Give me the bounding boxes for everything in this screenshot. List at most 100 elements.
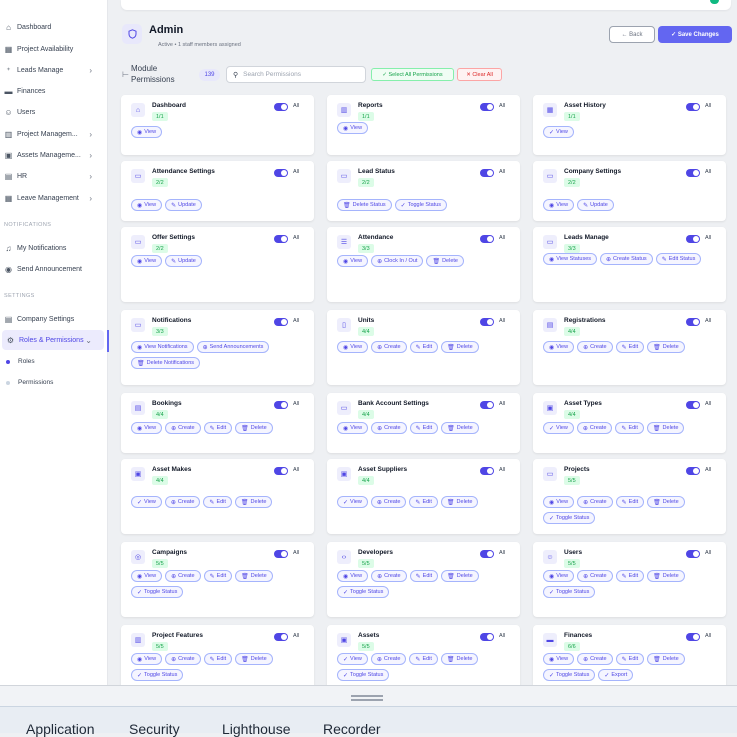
permission-chip[interactable]: ✓ Toggle Status — [543, 512, 596, 524]
module-all-toggle[interactable] — [480, 401, 494, 409]
permission-chip[interactable]: ✎ Edit — [409, 570, 439, 582]
module-all-toggle[interactable] — [480, 169, 494, 177]
sidebar-item-project-management[interactable]: ▥ Project Managem... › — [0, 124, 104, 144]
permission-chip[interactable]: ✓ View — [337, 653, 368, 665]
permission-chip[interactable]: ✓ Export — [598, 669, 634, 681]
permission-chip[interactable]: ⊕ Create — [577, 341, 613, 353]
permission-chip[interactable]: ⊕ Create — [577, 653, 613, 665]
sidebar-item-assets-management[interactable]: ▣ Assets Manageme... › — [0, 145, 104, 165]
permission-chip[interactable]: ⊕ Create — [370, 653, 407, 665]
permission-chip[interactable]: ⊕ Create — [371, 422, 407, 434]
permission-chip[interactable]: ⊕ Create — [577, 570, 613, 582]
permission-chip[interactable]: ⊕ Create — [576, 422, 613, 434]
module-all-toggle[interactable] — [686, 235, 700, 243]
permission-chip[interactable]: ⊕ Create — [371, 570, 407, 582]
module-all-toggle[interactable] — [274, 467, 288, 475]
permission-chip[interactable]: ✎ Edit — [615, 422, 644, 434]
module-all-toggle[interactable] — [480, 467, 494, 475]
permission-chip[interactable]: ✎ Edit — [615, 653, 645, 665]
permission-chip[interactable]: ◉ View — [543, 496, 575, 508]
permission-chip[interactable]: 🗑 Delete — [647, 653, 685, 665]
sidebar-item-users[interactable]: ☺ Users — [0, 102, 104, 122]
permission-chip[interactable]: ✎ Edit — [615, 341, 645, 353]
permission-chip[interactable]: ◉ View — [337, 422, 369, 434]
permission-chip[interactable]: 🗑 Delete — [440, 496, 479, 508]
permission-chip[interactable]: ◉ View Notifications — [131, 341, 194, 353]
permission-chip[interactable]: ◉ View — [131, 570, 163, 582]
permission-chip[interactable]: 🗑 Delete Notifications — [131, 357, 201, 369]
module-all-toggle[interactable] — [686, 103, 700, 111]
devtools-tab[interactable]: Security — [129, 721, 180, 737]
module-all-toggle[interactable] — [274, 103, 288, 111]
resize-handle[interactable] — [351, 695, 383, 701]
permission-chip[interactable]: 🗑 Delete — [647, 341, 685, 353]
module-all-toggle[interactable] — [686, 318, 700, 326]
module-all-toggle[interactable] — [274, 235, 288, 243]
module-all-toggle[interactable] — [274, 318, 288, 326]
sidebar-item-leads-manage[interactable]: ⁺ Leads Manage › — [0, 60, 104, 80]
module-all-toggle[interactable] — [686, 169, 700, 177]
permission-chip[interactable]: ⊕ Create — [577, 496, 613, 508]
permission-chip[interactable]: ◉ View — [337, 341, 369, 353]
permission-chip[interactable]: ✓ Toggle Status — [394, 199, 448, 211]
permission-chip[interactable]: ⊕ Create — [165, 570, 201, 582]
sidebar-item-company-settings[interactable]: ▤ Company Settings — [0, 309, 104, 329]
sidebar-subitem-permissions[interactable]: Permissions — [6, 379, 53, 386]
permission-chip[interactable]: ◉ View — [543, 653, 575, 665]
permission-chip[interactable]: ✓ Toggle Status — [337, 669, 390, 681]
permission-chip[interactable]: ◉ View — [337, 255, 369, 267]
devtools-tab[interactable]: Application — [26, 721, 95, 737]
permission-chip[interactable]: 🗑 Delete — [426, 255, 464, 267]
permission-chip[interactable]: ✓ View — [337, 496, 368, 508]
permission-chip[interactable]: ✓ Toggle Status — [131, 669, 184, 681]
permission-chip[interactable]: ✎ Edit Status — [655, 253, 702, 265]
permission-chip[interactable]: ✎ Edit — [615, 570, 645, 582]
sidebar-item-project-availability[interactable]: ▦ Project Availability — [0, 39, 104, 59]
sidebar-item-roles-permissions[interactable]: ⚙ Roles & Permissions ⌄ — [2, 330, 104, 350]
permission-chip[interactable]: 🗑 Delete Status — [337, 199, 392, 211]
permission-chip[interactable]: ✓ Toggle Status — [131, 586, 184, 598]
permission-chip[interactable]: ◉ View Statuses — [543, 253, 598, 265]
collapse-icon[interactable]: ⊢ — [122, 70, 129, 79]
sidebar-item-hr[interactable]: ▤ HR › — [0, 166, 104, 186]
permission-chip[interactable]: 🗑 Delete — [440, 653, 479, 665]
module-all-toggle[interactable] — [480, 235, 494, 243]
permission-chip[interactable]: ◉ View — [131, 255, 163, 267]
module-all-toggle[interactable] — [480, 633, 494, 641]
module-all-toggle[interactable] — [686, 633, 700, 641]
module-all-toggle[interactable] — [274, 169, 288, 177]
module-all-toggle[interactable] — [480, 550, 494, 558]
permission-chip[interactable]: ✎ Edit — [203, 653, 233, 665]
permission-chip[interactable]: ⊕ Create — [370, 496, 407, 508]
permission-chip[interactable]: ⊕ Create — [164, 496, 201, 508]
module-all-toggle[interactable] — [686, 401, 700, 409]
permission-chip[interactable]: ◉ View — [543, 341, 575, 353]
sidebar-item-dashboard[interactable]: ⌂ Dashboard — [0, 17, 104, 37]
permission-chip[interactable]: 🗑 Delete — [646, 422, 685, 434]
permission-chip[interactable]: ✎ Edit — [409, 496, 438, 508]
permission-chip[interactable]: ⊕ Create — [371, 341, 407, 353]
save-changes-button[interactable]: ✓ Save Changes — [658, 26, 732, 43]
permission-chip[interactable]: ◉ View — [543, 570, 575, 582]
permission-chip[interactable]: ◉ View — [337, 570, 369, 582]
permission-chip[interactable]: ✓ Toggle Status — [543, 669, 596, 681]
permission-chip[interactable]: ⊕ Create — [165, 653, 201, 665]
select-all-button[interactable]: ✓ Select All Permissions — [371, 68, 454, 81]
permission-chip[interactable]: ◉ View — [543, 199, 575, 211]
permission-chip[interactable]: ✓ View — [543, 126, 574, 138]
permission-chip[interactable]: ✎ Edit — [615, 496, 645, 508]
permission-chip[interactable]: 🗑 Delete — [647, 570, 685, 582]
permission-chip[interactable]: ⊕ Create Status — [600, 253, 653, 265]
permission-chip[interactable]: 🗑 Delete — [235, 570, 273, 582]
permission-chip[interactable]: 🗑 Delete — [441, 570, 479, 582]
permission-chip[interactable]: ✓ View — [543, 422, 574, 434]
permission-chip[interactable]: ✎ Update — [577, 199, 614, 211]
permission-chip[interactable]: 🗑 Delete — [647, 496, 685, 508]
permission-chip[interactable]: ✎ Edit — [203, 570, 233, 582]
sidebar-subitem-roles[interactable]: Roles — [6, 358, 35, 365]
search-input[interactable]: ⚲ Search Permissions — [226, 66, 366, 83]
permission-chip[interactable]: 🗑 Delete — [234, 496, 273, 508]
permission-chip[interactable]: ◉ View — [131, 126, 163, 138]
permission-chip[interactable]: ⊕ Clock In / Out — [371, 255, 424, 267]
module-all-toggle[interactable] — [686, 550, 700, 558]
